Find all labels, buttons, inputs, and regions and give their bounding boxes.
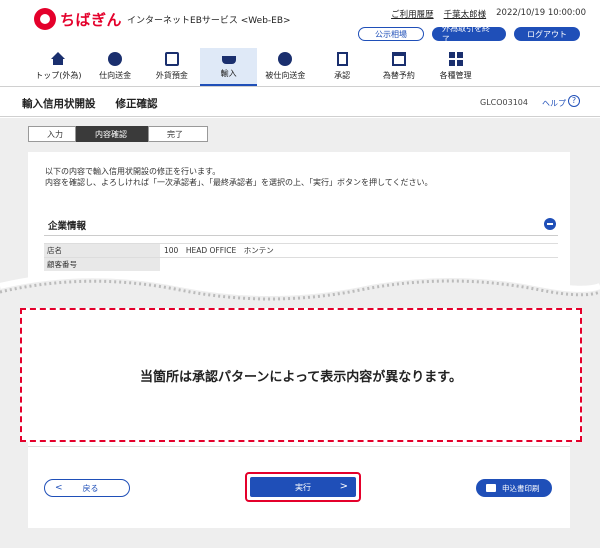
end-forex-button[interactable]: 外為取引を終了 bbox=[432, 24, 506, 44]
nav-fx-contract[interactable]: 為替予約 bbox=[371, 48, 428, 86]
back-label: 戻る bbox=[82, 483, 99, 493]
help-link[interactable]: ヘルプ bbox=[542, 98, 566, 109]
row-label: 店名 bbox=[44, 244, 160, 257]
page-title-bar: 輸入信用状開設 修正確認 GLCO03104 ヘルプ ? bbox=[0, 87, 600, 117]
nav-top-forex[interactable]: トップ(外為) bbox=[30, 48, 87, 86]
nav-approval[interactable]: 承認 bbox=[314, 48, 371, 86]
help-icon[interactable]: ? bbox=[568, 95, 580, 107]
login-datetime: 2022/10/19 10:00:00 bbox=[496, 8, 586, 18]
chevron-right-icon: > bbox=[339, 481, 348, 492]
section-title: 企業情報 bbox=[48, 221, 87, 232]
execute-label: 実行 bbox=[295, 482, 311, 492]
nav-management[interactable]: 各種管理 bbox=[427, 48, 484, 86]
bank-logo: ちばぎん インターネットEBサービス <Web-EB> bbox=[34, 8, 291, 30]
page-title: 輸入信用状開設 修正確認 bbox=[22, 96, 158, 111]
table-row: 店名 100 HEAD OFFICE ホンテン bbox=[44, 243, 558, 257]
progress-steps: 入力 内容確認 完了 bbox=[28, 126, 208, 142]
logo-icon bbox=[34, 8, 56, 30]
nav-label: 承認 bbox=[334, 71, 351, 80]
ship-icon bbox=[221, 56, 236, 64]
row-value: 100 HEAD OFFICE ホンテン bbox=[164, 246, 274, 255]
logout-button[interactable]: ログアウト bbox=[514, 27, 580, 41]
printer-icon bbox=[486, 484, 496, 492]
main-nav: トップ(外為) 仕向送金 外貨預金 輸入 被仕向送金 承認 為替予約 各種管理 bbox=[30, 48, 484, 86]
execute-button[interactable]: 実行 > bbox=[250, 477, 356, 497]
home-icon bbox=[51, 52, 66, 66]
torn-edge-divider bbox=[0, 272, 600, 308]
screen-code: GLCO03104 bbox=[480, 98, 528, 107]
nav-label: 輸入 bbox=[220, 69, 237, 78]
grid-icon bbox=[448, 52, 463, 66]
usage-history-link[interactable]: ご利用履歴 bbox=[391, 8, 434, 20]
step-complete: 完了 bbox=[148, 126, 208, 142]
coin-icon bbox=[108, 52, 123, 66]
intro-line-2: 内容を確認し、よろしければ「一次承認者」、「最終承認者」を選択の上、「実行」ボタ… bbox=[45, 178, 433, 187]
company-info-section: 企業情報 bbox=[44, 210, 558, 236]
coin-icon bbox=[278, 52, 293, 66]
nav-label: 被仕向送金 bbox=[265, 71, 306, 80]
nav-label: トップ(外為) bbox=[35, 71, 82, 80]
print-label: 申込書印刷 bbox=[502, 483, 540, 493]
user-name-link[interactable]: 千葉太郎様 bbox=[444, 8, 487, 20]
intro-line-1: 以下の内容で輸入信用状開設の修正を行います。 bbox=[45, 167, 221, 176]
intro-text: 以下の内容で輸入信用状開設の修正を行います。 内容を確認し、よろしければ「一次承… bbox=[45, 166, 433, 188]
step-input: 入力 bbox=[28, 126, 76, 142]
service-name: インターネットEBサービス <Web-EB> bbox=[127, 15, 291, 26]
nav-label: 為替予約 bbox=[382, 71, 415, 80]
approval-pattern-notice: 当箇所は承認パターンによって表示内容が異なります。 bbox=[20, 308, 582, 442]
page-subtitle: 修正確認 bbox=[115, 98, 158, 110]
collapse-icon[interactable] bbox=[544, 218, 556, 230]
header: ちばぎん インターネットEBサービス <Web-EB> ご利用履歴 千葉太郎様 … bbox=[0, 0, 600, 48]
top-links: ご利用履歴 千葉太郎様 2022/10/19 10:00:00 bbox=[391, 8, 586, 20]
document-icon bbox=[336, 52, 348, 66]
nav-label: 仕向送金 bbox=[99, 71, 132, 80]
page-title-main: 輸入信用状開設 bbox=[22, 98, 96, 110]
public-rate-button[interactable]: 公示相場 bbox=[358, 27, 424, 41]
notice-text: 当箇所は承認パターンによって表示内容が異なります。 bbox=[139, 369, 462, 385]
chevron-left-icon: < bbox=[55, 483, 63, 493]
nav-import[interactable]: 輸入 bbox=[200, 48, 257, 86]
print-application-button[interactable]: 申込書印刷 bbox=[476, 479, 552, 497]
header-buttons: 公示相場 外為取引を終了 ログアウト bbox=[358, 24, 580, 44]
nav-outward-remittance[interactable]: 仕向送金 bbox=[87, 48, 144, 86]
nav-label: 外貨預金 bbox=[155, 71, 188, 80]
nav-inward-remittance[interactable]: 被仕向送金 bbox=[257, 48, 314, 86]
calendar-icon bbox=[391, 52, 406, 66]
deposit-icon bbox=[164, 52, 179, 66]
nav-fx-deposit[interactable]: 外貨預金 bbox=[144, 48, 201, 86]
step-confirm: 内容確認 bbox=[76, 126, 148, 142]
logo-text: ちばぎん bbox=[60, 10, 123, 29]
back-button[interactable]: < 戻る bbox=[44, 479, 130, 497]
nav-label: 各種管理 bbox=[439, 71, 472, 80]
